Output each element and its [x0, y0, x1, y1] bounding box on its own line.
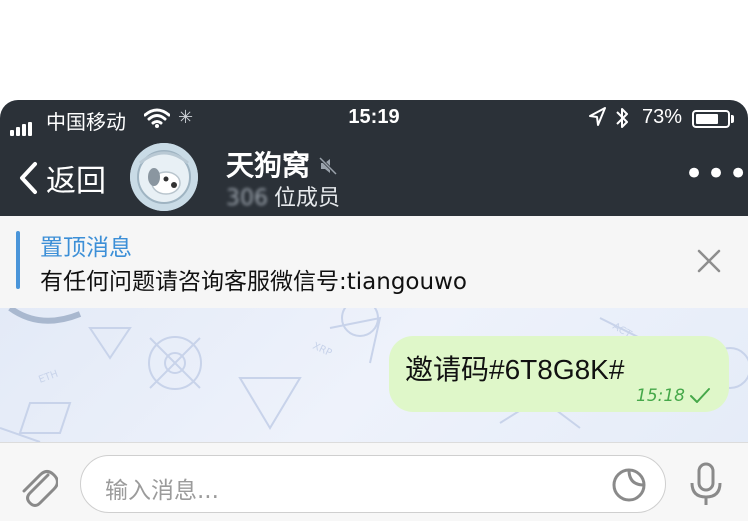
battery-cap [731, 115, 734, 123]
pinned-message-text: 有任何问题请咨询客服微信号:tiangouwo [40, 269, 467, 295]
back-button[interactable]: 返回 [18, 156, 106, 200]
message-input-bar: 输入消息... [0, 442, 748, 521]
outgoing-message-bubble[interactable]: 邀请码#6T8G8K# 15:18 [389, 336, 729, 412]
telegram-chat-screen: 中国移动 ✳ 15:19 73% 返回 天狗窝 306 位成员 ••• 置顶消息… [0, 100, 748, 521]
muted-speaker-icon [318, 156, 338, 176]
group-avatar[interactable] [130, 143, 198, 211]
close-icon[interactable] [696, 248, 722, 274]
pinned-accent-bar [16, 231, 20, 289]
member-count: 306 位成员 [226, 180, 340, 212]
message-time: 15:18 [636, 386, 685, 406]
battery-level [696, 114, 718, 124]
battery-percent: 73% [642, 106, 683, 128]
bluetooth-icon [614, 105, 630, 137]
svg-text:ETH: ETH [37, 369, 60, 386]
back-label: 返回 [46, 164, 106, 199]
chat-title-text: 天狗窝 [226, 149, 311, 182]
pinned-message-title: 置顶消息 [40, 235, 132, 261]
chevron-left-icon [20, 162, 37, 194]
member-count-number: 306 [226, 186, 268, 211]
message-input-placeholder: 输入消息... [105, 478, 219, 504]
location-arrow-icon [588, 106, 606, 134]
message-list[interactable]: ETH XRP ACT 邀请码#6T8G8K# 15:18 [0, 308, 748, 442]
message-input[interactable]: 输入消息... [80, 455, 666, 513]
message-text: 邀请码#6T8G8K# [405, 354, 625, 385]
chat-header: 返回 天狗窝 306 位成员 ••• [0, 138, 748, 216]
pinned-message-banner[interactable]: 置顶消息 有任何问题请咨询客服微信号:tiangouwo [0, 216, 748, 309]
message-meta: 15:18 [636, 386, 711, 406]
sticker-icon[interactable] [611, 467, 647, 503]
paperclip-icon[interactable] [18, 465, 58, 509]
chat-title[interactable]: 天狗窝 [226, 144, 338, 184]
status-time: 15:19 [348, 106, 400, 128]
status-bar: 中国移动 ✳ 15:19 73% [0, 100, 748, 138]
svg-text:XRP: XRP [311, 341, 334, 359]
microphone-icon[interactable] [688, 461, 724, 507]
battery-icon [692, 110, 730, 128]
check-icon [690, 388, 710, 403]
more-options-button[interactable]: ••• [684, 157, 748, 191]
member-count-label: 位成员 [274, 186, 341, 211]
